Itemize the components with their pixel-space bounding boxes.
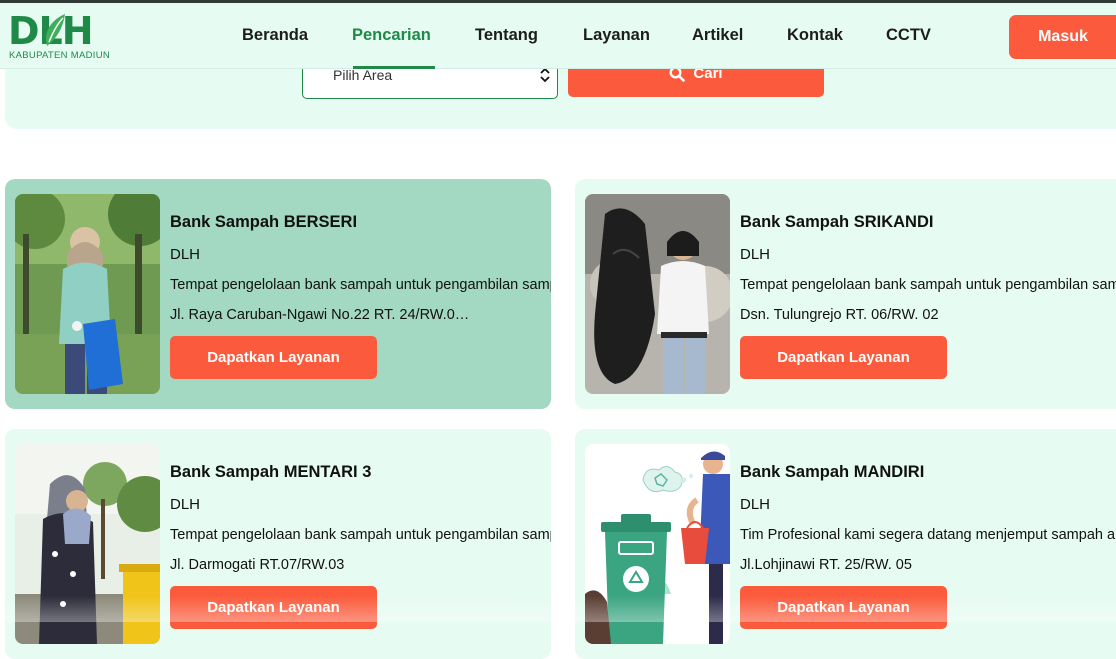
active-nav-indicator (353, 66, 435, 69)
logo-subtitle: KABUPATEN MADIUN (9, 50, 111, 61)
card-description: Tempat pengelolaan bank sampah untuk pen… (170, 277, 551, 293)
card-address: Jl. Darmogati RT.07/RW.03 (170, 557, 345, 573)
nav-tentang[interactable]: Tentang (475, 26, 538, 45)
navbar: DLH KABUPATEN MADIUN Beranda Pencarian T… (0, 3, 1116, 69)
card-title: Bank Sampah MANDIRI (740, 463, 925, 481)
card-org: DLH (740, 496, 771, 513)
card-description: Tim Profesional kami segera datang menje… (740, 527, 1116, 543)
card-org: DLH (170, 246, 201, 263)
login-button[interactable]: Masuk (1009, 15, 1116, 59)
card-title: Bank Sampah SRIKANDI (740, 213, 934, 231)
nav-pencarian[interactable]: Pencarian (352, 26, 431, 45)
nav-artikel[interactable]: Artikel (692, 26, 743, 45)
area-select-value: Pilih Area (333, 67, 393, 83)
nav-cctv[interactable]: CCTV (886, 26, 931, 45)
get-service-button[interactable]: Dapatkan Layanan (170, 336, 377, 379)
card-title: Bank Sampah BERSERI (170, 213, 358, 231)
result-card[interactable]: Bank Sampah SRIKANDI DLH Tempat pengelol… (575, 179, 1116, 409)
get-service-button[interactable]: Dapatkan Layanan (740, 586, 947, 629)
result-card[interactable]: Bank Sampah MENTARI 3 DLH Tempat pengelo… (5, 429, 551, 659)
dlh-logo[interactable]: DLH KABUPATEN MADIUN (8, 10, 111, 62)
card-org: DLH (740, 246, 771, 263)
card-address: Jl. Raya Caruban-Ngawi No.22 RT. 24/RW.0… (170, 307, 475, 323)
card-title: Bank Sampah MENTARI 3 (170, 463, 372, 481)
card-description: Tempat pengelolaan bank sampah untuk pen… (170, 527, 551, 543)
card-photo (15, 194, 160, 394)
get-service-button[interactable]: Dapatkan Layanan (740, 336, 947, 379)
result-card[interactable]: Bank Sampah MANDIRI DLH Tim Profesional … (575, 429, 1116, 659)
result-card[interactable]: Bank Sampah BERSERI DLH Tempat pengelola… (5, 179, 551, 409)
nav-kontak[interactable]: Kontak (787, 26, 843, 45)
card-org: DLH (170, 496, 201, 513)
card-description: Tempat pengelolaan bank sampah untuk pen… (740, 277, 1116, 293)
nav-layanan[interactable]: Layanan (583, 26, 650, 45)
card-photo (15, 444, 160, 644)
leaf-icon (45, 14, 65, 46)
card-address: Dsn. Tulungrejo RT. 06/RW. 02 (740, 307, 939, 323)
nav-beranda[interactable]: Beranda (242, 26, 308, 45)
get-service-button[interactable]: Dapatkan Layanan (170, 586, 377, 629)
card-address: Jl.Lohjinawi RT. 25/RW. 05 (740, 557, 912, 573)
card-illustration (585, 444, 730, 644)
card-photo (585, 194, 730, 394)
